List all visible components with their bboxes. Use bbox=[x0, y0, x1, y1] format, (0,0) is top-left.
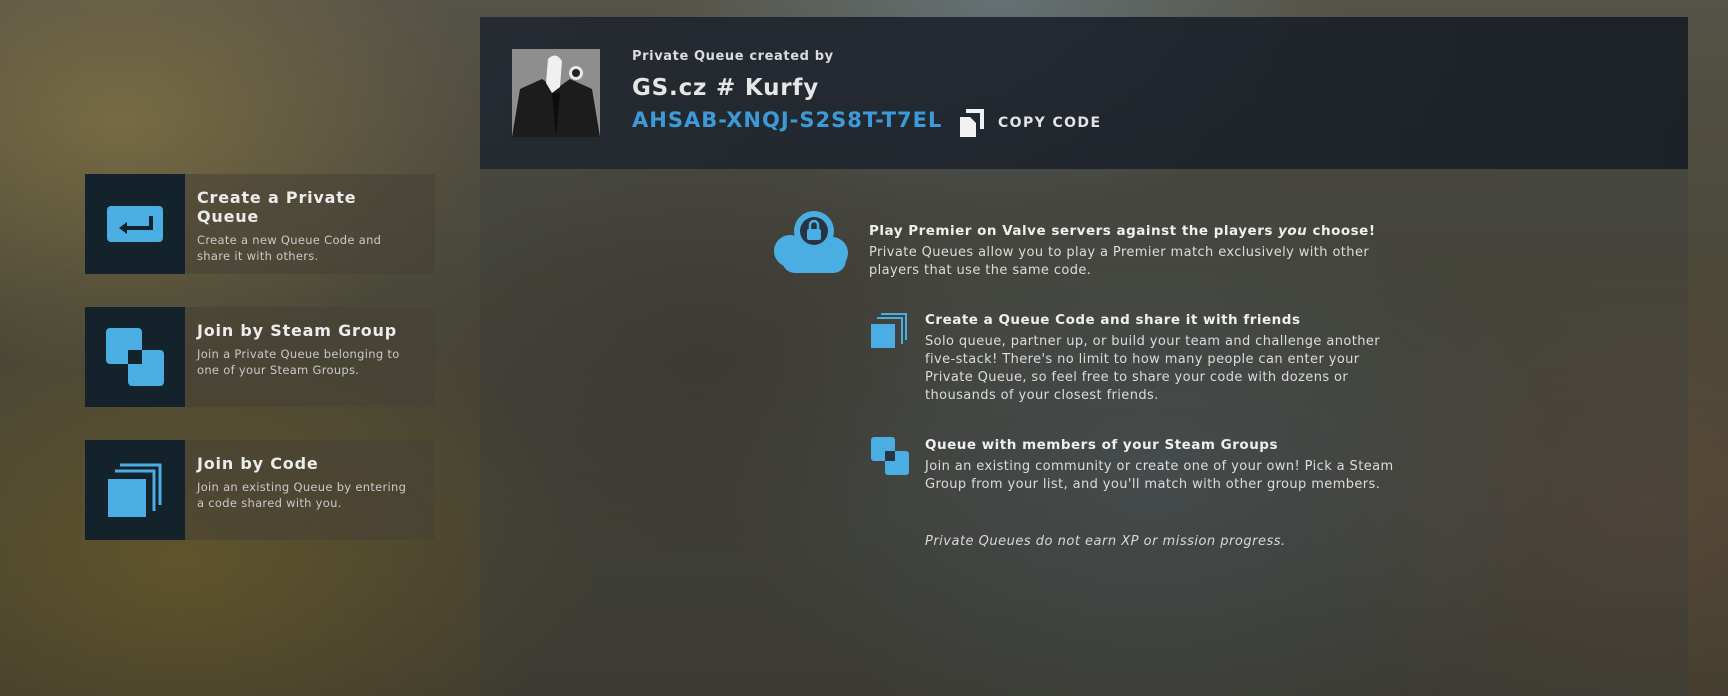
steam-group-icon bbox=[106, 328, 164, 386]
join-code-description: Join an existing Queue by entering a cod… bbox=[197, 480, 407, 510]
join-by-steam-group-button[interactable]: Join by Steam Group Join a Private Queue… bbox=[85, 307, 435, 407]
headline-emphasis: you bbox=[1278, 223, 1308, 239]
info-headline: Play Premier on Valve servers against th… bbox=[869, 223, 1376, 239]
section-steam-groups-text: Join an existing community or create one… bbox=[925, 459, 1394, 492]
section-create-code-title: Create a Queue Code and share it with fr… bbox=[925, 312, 1301, 328]
create-queue-title: Create a Private Queue bbox=[197, 188, 357, 226]
info-intro: Private Queues allow you to play a Premi… bbox=[869, 245, 1370, 278]
stacked-cards-icon bbox=[108, 463, 162, 517]
copy-code-label: COPY CODE bbox=[998, 115, 1102, 131]
section-steam-groups-title: Queue with members of your Steam Groups bbox=[925, 437, 1278, 453]
avatar-figure-icon bbox=[512, 49, 600, 137]
steam-group-icon bbox=[871, 437, 909, 475]
steam-group-title: Join by Steam Group bbox=[197, 321, 397, 340]
stacked-cards-icon bbox=[871, 313, 907, 348]
create-private-queue-button[interactable]: Create a Private Queue Create a new Queu… bbox=[85, 174, 435, 274]
cloud-lock-icon bbox=[774, 211, 848, 273]
steam-group-description: Join a Private Queue belonging to one of… bbox=[197, 347, 400, 377]
copy-code-button[interactable]: COPY CODE bbox=[960, 109, 1101, 137]
headline-part-1: Play Premier on Valve servers against th… bbox=[869, 223, 1279, 239]
create-queue-text: Create a Private Queue Create a new Queu… bbox=[185, 174, 435, 274]
xp-note: Private Queues do not earn XP or mission… bbox=[925, 534, 1286, 549]
created-by-label: Private Queue created by bbox=[632, 49, 834, 64]
owner-name: GS.cz # Kurfy bbox=[632, 75, 820, 101]
join-code-icon-box bbox=[85, 440, 185, 540]
section-create-code-text: Solo queue, partner up, or build your te… bbox=[925, 334, 1380, 403]
join-code-text: Join by Code Join an existing Queue by e… bbox=[185, 440, 429, 540]
join-code-title: Join by Code bbox=[197, 454, 319, 473]
steam-group-icon-box bbox=[85, 307, 185, 407]
create-queue-description: Create a new Queue Code and share it wit… bbox=[197, 233, 382, 263]
queue-code[interactable]: AHSAB-XNQJ-S2S8T-T7EL bbox=[632, 108, 942, 132]
create-queue-icon-box bbox=[85, 174, 185, 274]
return-arrow-icon bbox=[107, 206, 163, 242]
copy-icon bbox=[960, 109, 984, 137]
avatar bbox=[512, 49, 600, 137]
join-by-code-button[interactable]: Join by Code Join an existing Queue by e… bbox=[85, 440, 435, 540]
headline-part-2: choose! bbox=[1307, 223, 1376, 239]
steam-group-text: Join by Steam Group Join a Private Queue… bbox=[185, 307, 429, 407]
queue-header: Private Queue created by GS.cz # Kurfy A… bbox=[480, 17, 1688, 169]
